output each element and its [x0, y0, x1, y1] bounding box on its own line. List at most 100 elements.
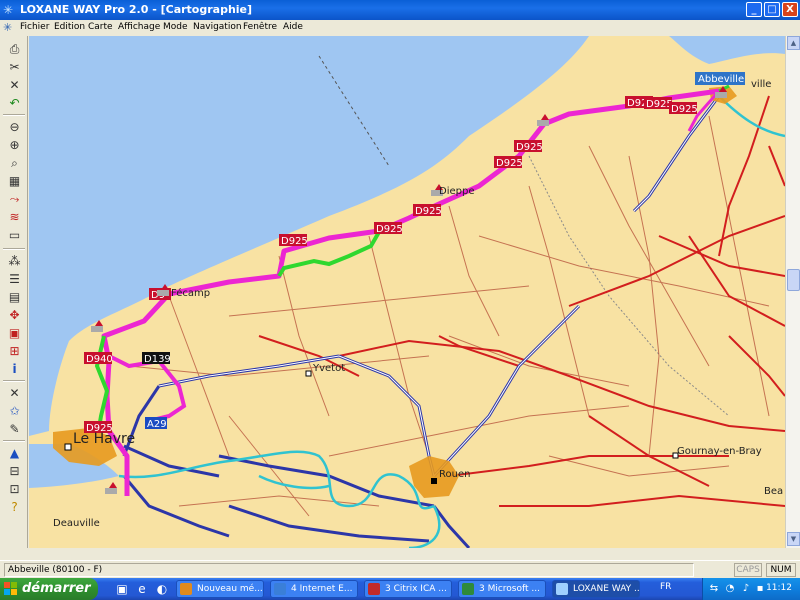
vertical-scrollbar[interactable]: ▲ ▼ [785, 36, 800, 548]
print-icon[interactable]: ⎙ [6, 42, 23, 57]
city-label-gournay: Gournay-en-Bray [677, 446, 762, 457]
info-icon[interactable]: i [6, 362, 23, 377]
road-label: D139 [144, 354, 171, 365]
taskbar-button-loxane[interactable]: LOXANE WAY ... [552, 580, 640, 598]
windows-logo-icon [4, 582, 18, 596]
menu-fenetre[interactable]: Fenêtre [243, 21, 277, 34]
task-label: Nouveau mé... [197, 584, 263, 594]
road-label: A29 [147, 419, 167, 430]
antivirus-icon[interactable]: ▪ [753, 582, 767, 596]
start-label: démarrer [22, 581, 91, 596]
citrix-icon [368, 583, 380, 595]
city-label-dieppe: Dieppe [439, 186, 474, 197]
menu-carte[interactable]: Carte [88, 21, 113, 34]
select-icon[interactable]: ▦ [6, 174, 23, 189]
quicklaunch-desktop-icon[interactable]: ▣ [114, 581, 130, 597]
task-label: 3 Citrix ICA ... [385, 584, 447, 594]
somme-bay [669, 36, 785, 64]
window-icon[interactable]: ▣ [6, 326, 23, 341]
toolbar-separator [3, 380, 25, 382]
grid-icon[interactable]: ✥ [6, 308, 23, 323]
clock[interactable]: 11:12 [766, 583, 792, 593]
settings-icon[interactable]: ⊞ [6, 344, 23, 359]
list-icon[interactable]: ☰ [6, 272, 23, 287]
road-label: D940 [86, 354, 113, 365]
zoom-area-icon[interactable]: ⌕ [6, 156, 23, 171]
document-menu-icon[interactable]: ✳ [3, 21, 12, 34]
pointer-icon[interactable]: ✎ [6, 422, 23, 437]
taskbar-button-citrix[interactable]: 3 Citrix ICA ... [364, 580, 452, 598]
task-label: 3 Microsoft ... [479, 584, 540, 594]
compass-icon[interactable]: ⊡ [6, 482, 23, 497]
taskbar-button-internet[interactable]: 4 Internet E... [270, 580, 358, 598]
menu-aide[interactable]: Aide [283, 21, 303, 34]
taskbar-button-nouveau[interactable]: Nouveau mé... [176, 580, 264, 598]
menu-affichage[interactable]: Affichage [118, 21, 160, 34]
tile-icon[interactable]: ▤ [6, 290, 23, 305]
application-window: ✳ LOXANE WAY Pro 2.0 - [Cartographie] _ … [0, 0, 800, 578]
layers-icon[interactable]: ≋ [6, 210, 23, 225]
menu-bar: ✳ Fichier Edition Carte Affichage Mode N… [0, 20, 800, 53]
loxane-icon [556, 583, 568, 595]
road-label: D925 [516, 142, 543, 153]
menu-navigation[interactable]: Navigation [193, 21, 242, 34]
city-label-ville: ville [751, 79, 771, 90]
caps-indicator: CAPS [734, 563, 762, 577]
start-button[interactable]: démarrer [0, 578, 98, 600]
road-label: D925 [415, 206, 442, 217]
road-label: D925 [671, 104, 698, 115]
le-havre-marker [64, 443, 72, 451]
vertical-toolbar: ⎙ ✂ ✕ ↶ ⊖ ⊕ ⌕ ▦ ⤳ ≋ ▭ ⁂ ☰ ▤ ✥ ▣ ⊞ i ✕ ✩ … [0, 36, 28, 548]
num-indicator: NUM [766, 563, 796, 577]
road-icon[interactable]: ▲ [6, 446, 23, 461]
city-label-deauville: Deauville [53, 518, 100, 529]
yvetot-marker [305, 370, 312, 377]
system-tray: ⇆ ◔ ♪ ▪ 11:12 [702, 578, 800, 600]
zoom-in-icon[interactable]: ⊕ [6, 138, 23, 153]
scroll-down-icon[interactable]: ▼ [787, 532, 800, 546]
toolbar-separator [3, 114, 25, 116]
road-label: D925 [646, 99, 673, 110]
menu-edition[interactable]: Edition [54, 21, 85, 34]
city-label-fecamp: Fécamp [171, 287, 210, 299]
language-indicator[interactable]: FR [660, 582, 671, 592]
rouen-marker [431, 478, 437, 484]
scroll-up-icon[interactable]: ▲ [787, 36, 800, 50]
measure-icon[interactable]: ▭ [6, 228, 23, 243]
quicklaunch-media-icon[interactable]: ◐ [154, 581, 170, 597]
city-label-bea: Bea [764, 486, 783, 497]
layout-icon[interactable]: ⊟ [6, 464, 23, 479]
task-label: LOXANE WAY ... [573, 584, 640, 594]
cut-icon[interactable]: ✂ [6, 60, 23, 75]
menu-fichier[interactable]: Fichier [20, 21, 49, 34]
minimize-button[interactable]: _ [746, 2, 762, 17]
zoom-out-icon[interactable]: ⊖ [6, 120, 23, 135]
quicklaunch-explorer-icon[interactable]: e [134, 581, 150, 597]
network-icon[interactable]: ⇆ [707, 582, 721, 596]
planned-route [108, 354, 187, 423]
menu-mode[interactable]: Mode [163, 21, 188, 34]
help-icon[interactable]: ? [6, 500, 23, 515]
road-label: D925 [281, 236, 308, 247]
city-label-le-havre: Le Havre [73, 431, 135, 447]
volume-icon[interactable]: ♪ [739, 582, 753, 596]
star-icon[interactable]: ✩ [6, 404, 23, 419]
scroll-thumb[interactable] [787, 269, 800, 291]
map-canvas[interactable]: D925 D925 D925 D925 D925 D925 D925 D925 … [29, 36, 785, 548]
security-icon[interactable]: ◔ [723, 582, 737, 596]
maximize-button[interactable]: □ [764, 2, 780, 17]
route-icon[interactable]: ⤳ [6, 192, 23, 207]
window-title: LOXANE WAY Pro 2.0 - [Cartographie] [20, 3, 253, 16]
map-view[interactable]: D925 D925 D925 D925 D925 D925 D925 D925 … [29, 36, 785, 548]
delete-icon[interactable]: ✕ [6, 78, 23, 93]
title-bar[interactable]: ✳ LOXANE WAY Pro 2.0 - [Cartographie] _ … [0, 0, 800, 20]
close-button[interactable]: X [782, 2, 798, 17]
taskbar-button-microsoft[interactable]: 3 Microsoft ... [458, 580, 546, 598]
status-bar: Abbeville (80100 - F) CAPS NUM [0, 560, 800, 578]
legend-icon[interactable]: ⁂ [6, 254, 23, 269]
toolbar-separator [3, 440, 25, 442]
excel-icon [462, 583, 474, 595]
road-label: D925 [376, 224, 403, 235]
undo-icon[interactable]: ↶ [6, 96, 23, 111]
tools-icon[interactable]: ✕ [6, 386, 23, 401]
